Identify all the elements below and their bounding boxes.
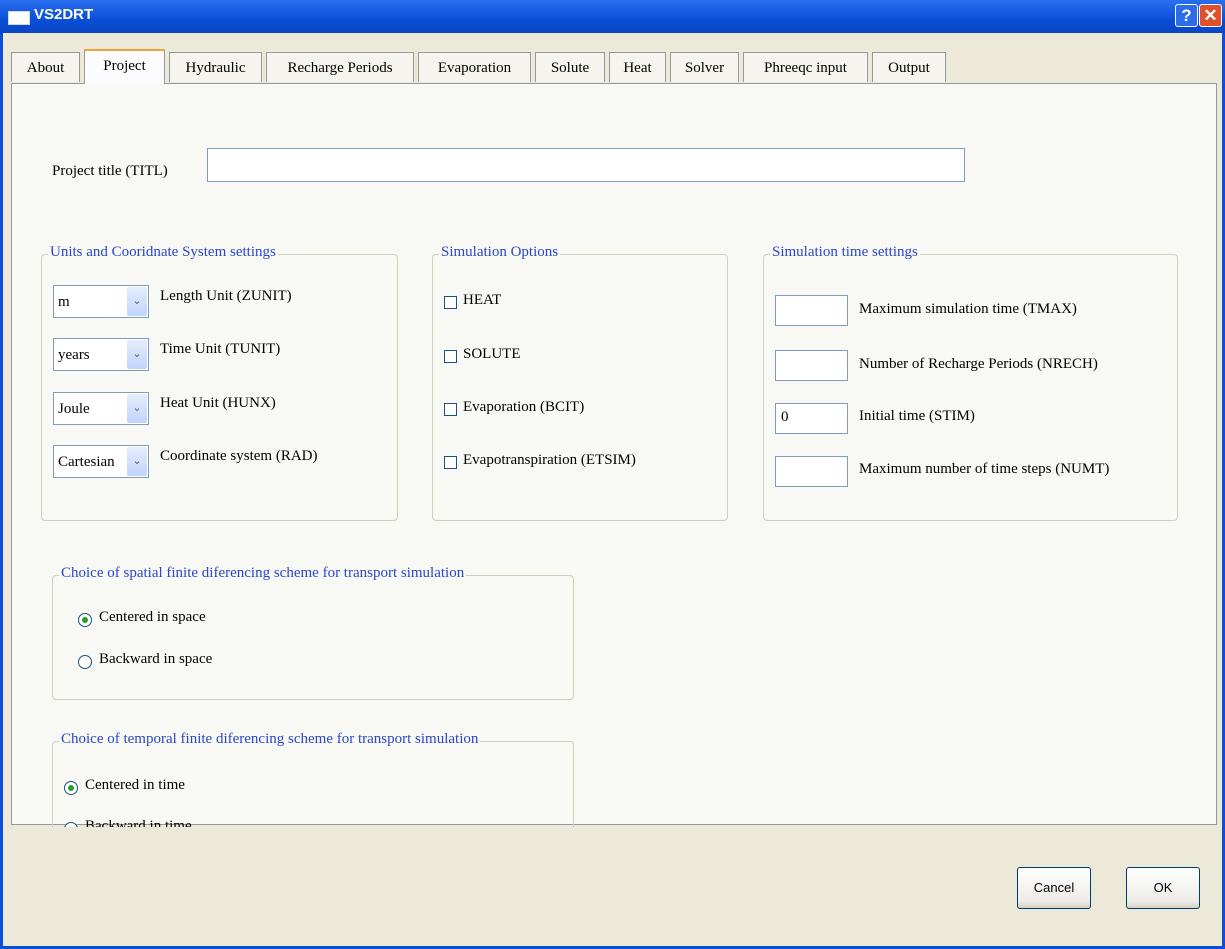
tab-phreeqc-input[interactable]: Phreeqc input	[743, 52, 868, 82]
centered-in-space-label: Centered in space	[99, 609, 206, 625]
length-unit-value: m	[58, 294, 70, 310]
centered-in-time-label: Centered in time	[85, 777, 185, 793]
tab-hydraulic[interactable]: Hydraulic	[169, 52, 262, 82]
solute-checkbox[interactable]	[444, 350, 457, 363]
time-unit-value: years	[58, 347, 90, 363]
tab-solute[interactable]: Solute	[535, 52, 605, 82]
simulation-time-group: Simulation time settings Maximum simulat…	[763, 244, 1178, 521]
evapotranspiration-checkbox-label: Evapotranspiration (ETSIM)	[463, 452, 636, 468]
chevron-down-icon[interactable]: ⌄	[127, 287, 147, 316]
project-title-input[interactable]	[207, 148, 965, 182]
simulation-options-title: Simulation Options	[439, 244, 561, 261]
tab-output[interactable]: Output	[872, 52, 946, 82]
app-icon	[8, 11, 30, 25]
title-bar[interactable]: VS2DRT ? ✕	[0, 0, 1225, 33]
tmax-input[interactable]	[775, 295, 848, 326]
stim-label: Initial time (STIM)	[859, 408, 975, 424]
tab-about[interactable]: About	[11, 52, 80, 82]
nrech-input[interactable]	[775, 350, 848, 381]
main-window: VS2DRT ? ✕ About Project Hydraulic Recha…	[0, 0, 1225, 949]
tmax-label: Maximum simulation time (TMAX)	[859, 301, 1077, 317]
radio-selected-dot	[82, 617, 88, 623]
help-icon[interactable]: ?	[1175, 4, 1198, 27]
numt-label: Maximum number of time steps (NUMT)	[859, 461, 1110, 477]
spatial-scheme-title: Choice of spatial finite diferencing sch…	[59, 565, 467, 582]
heat-checkbox-label: HEAT	[463, 292, 502, 308]
heat-unit-select[interactable]: Joule ⌄	[53, 392, 149, 425]
chevron-down-icon[interactable]: ⌄	[127, 394, 147, 423]
heat-unit-label: Heat Unit (HUNX)	[160, 395, 276, 411]
tab-evaporation[interactable]: Evaporation	[418, 52, 531, 82]
coordinate-system-label: Coordinate system (RAD)	[160, 448, 318, 464]
evapotranspiration-checkbox[interactable]	[444, 456, 457, 469]
cancel-button[interactable]: Cancel	[1017, 867, 1091, 909]
time-unit-label: Time Unit (TUNIT)	[160, 341, 281, 357]
nrech-label: Number of Recharge Periods (NRECH)	[859, 356, 1098, 372]
centered-in-space-radio[interactable]	[78, 613, 92, 627]
tab-solver[interactable]: Solver	[670, 52, 739, 82]
length-unit-label: Length Unit (ZUNIT)	[160, 288, 292, 304]
units-group-title: Units and Cooridnate System settings	[48, 244, 278, 261]
evaporation-checkbox-label: Evaporation (BCIT)	[463, 399, 585, 415]
spatial-scheme-group: Choice of spatial finite diferencing sch…	[52, 565, 574, 700]
coordinate-system-select[interactable]: Cartesian ⌄	[53, 445, 149, 478]
heat-unit-value: Joule	[58, 401, 90, 417]
project-title-label: Project title (TITL)	[52, 163, 168, 179]
units-group: Units and Cooridnate System settings m ⌄…	[41, 244, 398, 521]
dialog-button-bar: Cancel OK	[3, 827, 1222, 946]
close-icon[interactable]: ✕	[1199, 4, 1222, 27]
centered-in-time-radio[interactable]	[64, 781, 78, 795]
temporal-scheme-title: Choice of temporal finite diferencing sc…	[59, 731, 481, 748]
backward-in-space-radio[interactable]	[78, 655, 92, 669]
solute-checkbox-label: SOLUTE	[463, 346, 521, 362]
chevron-down-icon[interactable]: ⌄	[127, 447, 147, 476]
coordinate-system-value: Cartesian	[58, 454, 115, 470]
length-unit-select[interactable]: m ⌄	[53, 285, 149, 318]
tab-recharge-periods[interactable]: Recharge Periods	[266, 52, 414, 82]
ok-button[interactable]: OK	[1126, 867, 1200, 909]
tab-project[interactable]: Project	[84, 49, 165, 84]
evaporation-checkbox[interactable]	[444, 403, 457, 416]
chevron-down-icon[interactable]: ⌄	[127, 340, 147, 369]
numt-input[interactable]	[775, 456, 848, 487]
tab-heat[interactable]: Heat	[609, 52, 666, 82]
simulation-options-group: Simulation Options HEAT SOLUTE Evaporati…	[432, 244, 728, 521]
simulation-time-title: Simulation time settings	[770, 244, 920, 261]
dialog-client: About Project Hydraulic Recharge Periods…	[3, 33, 1222, 946]
project-tab-page: Project title (TITL) Units and Cooridnat…	[11, 83, 1217, 866]
stim-input[interactable]: 0	[775, 403, 848, 434]
backward-in-space-label: Backward in space	[99, 651, 213, 667]
radio-selected-dot	[68, 785, 74, 791]
window-title: VS2DRT	[34, 6, 94, 23]
time-unit-select[interactable]: years ⌄	[53, 338, 149, 371]
heat-checkbox[interactable]	[444, 296, 457, 309]
